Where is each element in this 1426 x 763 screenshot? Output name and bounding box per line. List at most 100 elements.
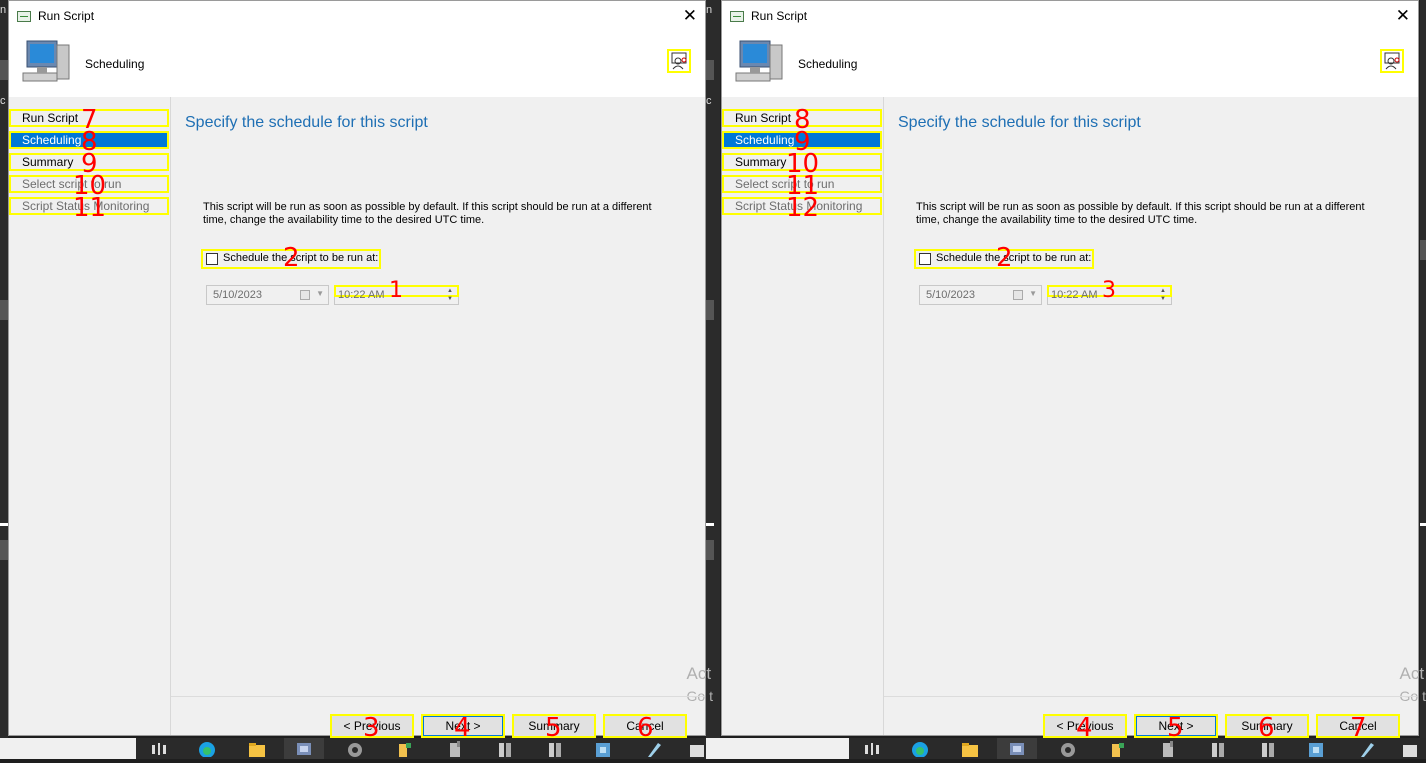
cancel-button[interactable]: Cancel (603, 714, 687, 738)
nav-item-scheduling[interactable]: Scheduling (722, 131, 882, 149)
nav-item-summary[interactable]: Summary (722, 153, 882, 171)
config-manager-icon[interactable] (284, 738, 324, 759)
previous-button[interactable]: < Previous (330, 714, 414, 738)
cancel-button[interactable]: Cancel (1316, 714, 1400, 738)
folder-icon[interactable] (1401, 741, 1419, 757)
schedule-checkbox-label: Schedule the script to be run at: (223, 252, 379, 264)
taskbar-right (849, 738, 1426, 759)
network-icon[interactable] (1307, 741, 1325, 757)
server-manager-icon[interactable] (546, 741, 564, 757)
title-bar: Run Script ✕ (722, 1, 1418, 32)
time-spinner[interactable]: ▲ ▼ (1157, 287, 1169, 303)
divider (171, 696, 705, 697)
time-picker[interactable]: 10:22 AM ▲ ▼ 3 (1047, 278, 1172, 305)
run-script-dialog-1: Run Script ✕ Scheduling Run Script Sched… (8, 0, 713, 741)
server-icon[interactable] (446, 741, 464, 757)
wizard-header: Scheduling (722, 32, 1418, 97)
file-explorer-icon[interactable] (961, 741, 979, 757)
close-button[interactable]: ✕ (683, 6, 697, 26)
bottom-middle-bar (706, 738, 849, 759)
description-text: This script will be run as soon as possi… (203, 201, 652, 226)
chevron-down-icon: ▼ (1029, 289, 1037, 298)
page-heading: Specify the schedule for this script (185, 114, 428, 131)
schedule-checkbox-row[interactable]: Schedule the script to be run at: 2 (201, 245, 381, 271)
wizard-header: Scheduling (9, 32, 705, 97)
edge-icon[interactable] (198, 741, 216, 758)
config-manager-icon[interactable] (997, 738, 1037, 759)
date-picker[interactable]: 5/10/2023 ▼ (919, 285, 1042, 305)
nav-item-run-script[interactable]: Run Script (9, 109, 169, 127)
notepad-icon[interactable] (644, 741, 662, 757)
nav-item-status-monitoring[interactable]: Script Status Monitoring (722, 197, 882, 215)
wizard-content: Specify the schedule for this script Thi… (171, 97, 713, 741)
nav-item-summary[interactable]: Summary (9, 153, 169, 171)
network-icon[interactable] (594, 741, 612, 757)
activation-watermark: Act Go t (1400, 663, 1426, 707)
summary-button[interactable]: Summary (1225, 714, 1309, 738)
schedule-checkbox-row[interactable]: Schedule the script to be run at: 2 (914, 245, 1094, 271)
schedule-checkbox[interactable] (919, 253, 931, 265)
chevron-down-icon: ▼ (316, 289, 324, 298)
script-icon (17, 11, 31, 22)
calendar-icon (300, 290, 310, 300)
nav-item-select-script[interactable]: Select script to run (722, 175, 882, 193)
activation-watermark: Act Go t (687, 663, 713, 707)
user-help-icon[interactable] (1380, 49, 1404, 73)
nav-item-select-script[interactable]: Select script to run (9, 175, 169, 193)
wizard-nav: Run Script Scheduling Summary Select scr… (9, 97, 171, 735)
file-explorer-icon[interactable] (248, 741, 266, 757)
server-manager-icon[interactable] (496, 741, 514, 757)
background-left-strip: n c (0, 0, 8, 759)
bottom-left-bar (0, 738, 136, 759)
window-title: Run Script (751, 9, 808, 23)
date-value: 5/10/2023 (926, 289, 975, 301)
summary-button[interactable]: Summary (512, 714, 596, 738)
header-title: Scheduling (798, 57, 858, 71)
folder-icon[interactable] (688, 741, 706, 757)
server-manager-icon[interactable] (1209, 741, 1227, 757)
settings-icon[interactable] (346, 741, 364, 757)
wizard-content: Specify the schedule for this script Thi… (884, 97, 1426, 741)
close-button[interactable]: ✕ (1396, 6, 1410, 26)
time-value: 10:22 AM (1051, 289, 1098, 301)
user-help-icon[interactable] (667, 49, 691, 73)
computer-icon (735, 40, 783, 82)
time-picker[interactable]: 10:22 AM ▲ ▼ 1 (334, 278, 459, 305)
date-picker[interactable]: 5/10/2023 ▼ (206, 285, 329, 305)
server-icon[interactable] (1159, 741, 1177, 757)
settings-icon[interactable] (1059, 741, 1077, 757)
task-view-icon[interactable] (863, 741, 881, 757)
notepad-icon[interactable] (1357, 741, 1375, 757)
window-title: Run Script (38, 9, 95, 23)
date-value: 5/10/2023 (213, 289, 262, 301)
time-spinner[interactable]: ▲ ▼ (444, 287, 456, 303)
calendar-icon (1013, 290, 1023, 300)
background-middle-strip: n c (706, 0, 720, 759)
edge-icon[interactable] (911, 741, 929, 758)
script-icon (730, 11, 744, 22)
tool-icon[interactable] (1109, 741, 1127, 757)
watermark-line: Act (686, 664, 712, 683)
wizard-nav: Run Script Scheduling Summary Select scr… (722, 97, 884, 735)
description-text: This script will be run as soon as possi… (916, 201, 1365, 226)
previous-button[interactable]: < Previous (1043, 714, 1127, 738)
tool-icon[interactable] (396, 741, 414, 757)
nav-item-scheduling[interactable]: Scheduling (9, 131, 169, 149)
schedule-checkbox[interactable] (206, 253, 218, 265)
taskbar-left (136, 738, 706, 759)
page-heading: Specify the schedule for this script (898, 114, 1141, 131)
run-script-dialog-2: Run Script ✕ Scheduling Run Script Sched… (721, 0, 1426, 741)
header-title: Scheduling (85, 57, 145, 71)
watermark-line: Act (1399, 664, 1425, 683)
schedule-checkbox-label: Schedule the script to be run at: (936, 252, 1092, 264)
divider (884, 696, 1418, 697)
nav-item-run-script[interactable]: Run Script (722, 109, 882, 127)
time-value: 10:22 AM (338, 289, 385, 301)
title-bar: Run Script ✕ (9, 1, 705, 32)
computer-icon (22, 40, 70, 82)
server-manager-icon[interactable] (1259, 741, 1277, 757)
next-button[interactable]: Next > (421, 714, 505, 738)
nav-item-status-monitoring[interactable]: Script Status Monitoring (9, 197, 169, 215)
next-button[interactable]: Next > (1134, 714, 1218, 738)
task-view-icon[interactable] (150, 741, 168, 757)
